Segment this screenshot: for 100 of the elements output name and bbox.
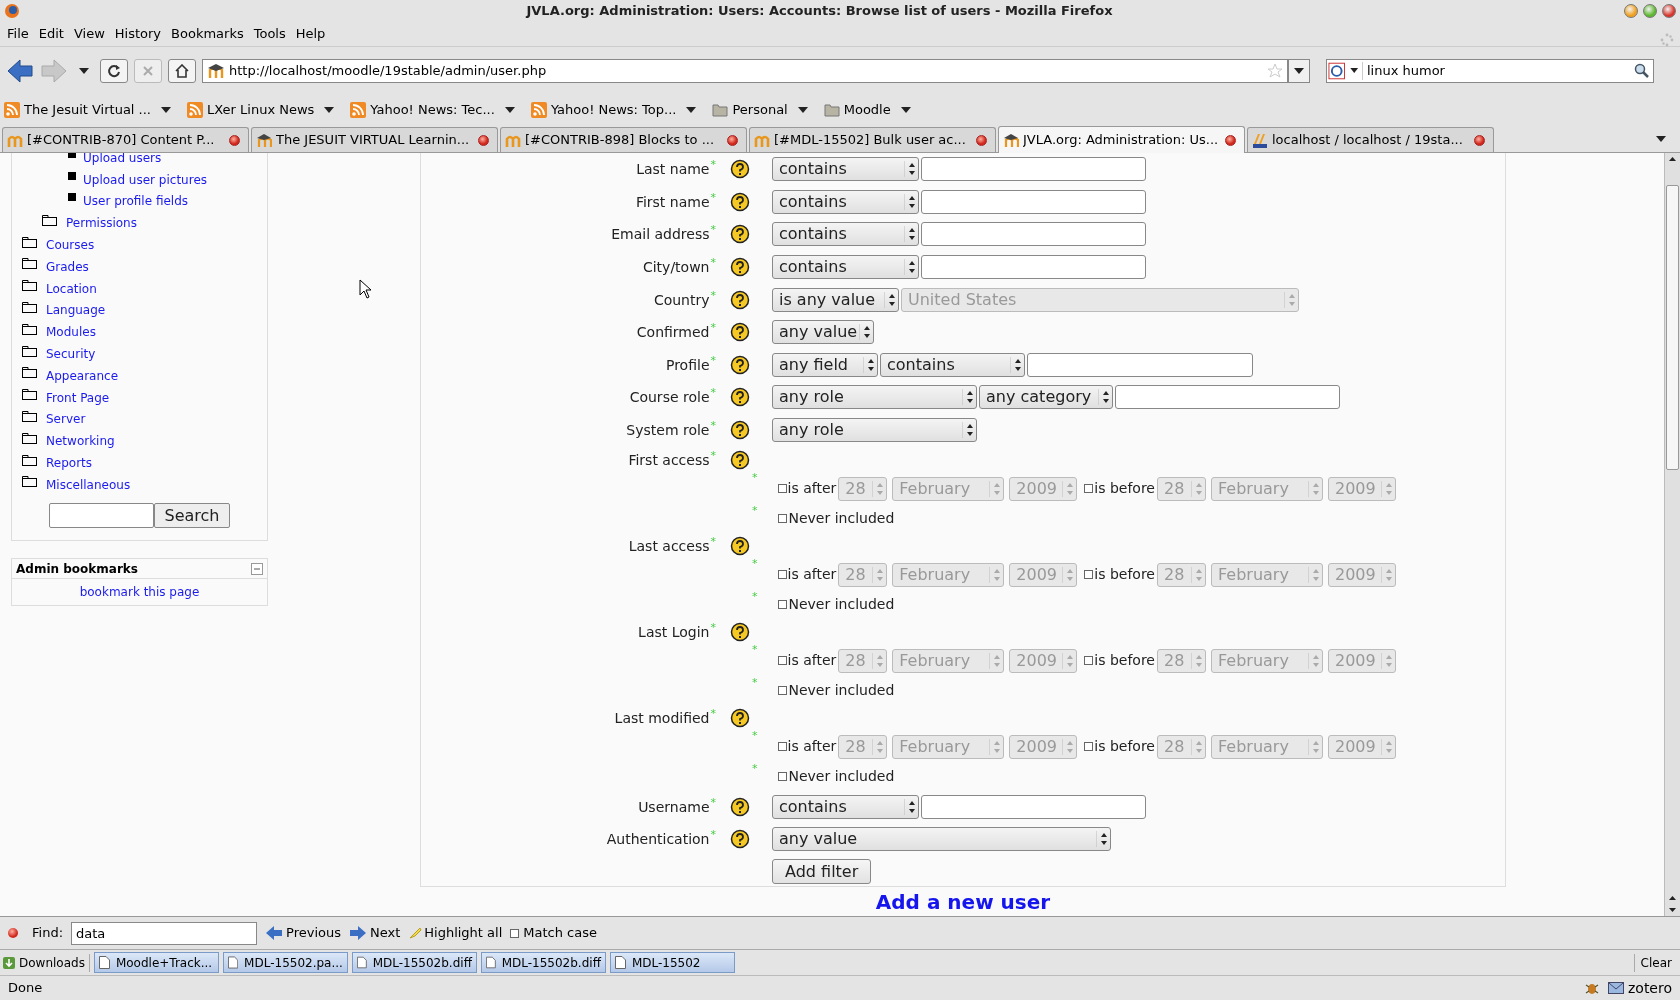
- browser-tab[interactable]: [#CONTRIB-898] Blocks to ...: [500, 127, 747, 152]
- checkbox[interactable]: [777, 686, 787, 696]
- text-input[interactable]: [921, 222, 1146, 247]
- checkbox[interactable]: [777, 514, 787, 524]
- select-field[interactable]: any category: [979, 385, 1113, 410]
- checkbox[interactable]: [510, 928, 520, 938]
- tab-close-button[interactable]: [478, 134, 489, 146]
- text-input[interactable]: [921, 189, 1146, 214]
- sidebar-link[interactable]: Modules: [46, 323, 96, 342]
- menu-item[interactable]: Bookmarks: [166, 24, 249, 44]
- select-field[interactable]: any value: [772, 827, 1111, 852]
- checkbox-option[interactable]: Never included: [777, 766, 895, 788]
- browser-tab[interactable]: [#CONTRIB-870] Content P...: [2, 127, 249, 152]
- add-filter-button[interactable]: Add filter: [772, 859, 872, 885]
- checkbox-option[interactable]: is after: [777, 650, 837, 672]
- menu-item[interactable]: View: [68, 24, 110, 44]
- close-button[interactable]: [8, 928, 18, 938]
- menu-item[interactable]: Tools: [248, 24, 291, 44]
- checkbox[interactable]: [777, 484, 787, 494]
- bookmark-item[interactable]: The Jesuit Virtual ...: [4, 100, 171, 120]
- match-case-option[interactable]: Match case: [510, 923, 597, 943]
- tab-close-button[interactable]: [1474, 134, 1485, 146]
- select-field[interactable]: any field: [772, 352, 878, 377]
- select-field[interactable]: contains: [772, 794, 919, 819]
- download-item[interactable]: MDL-15502.pa...: [222, 952, 348, 973]
- sidebar-link[interactable]: Upload user pictures: [83, 170, 207, 189]
- bookmark-item[interactable]: Yahoo! News: Tec...: [350, 100, 515, 120]
- select-field[interactable]: is any value: [772, 287, 899, 312]
- sidebar-link[interactable]: Front Page: [46, 388, 110, 407]
- sidebar-link[interactable]: Grades: [46, 257, 89, 276]
- next-button[interactable]: Next: [348, 923, 401, 943]
- select-field[interactable]: any role: [772, 385, 977, 410]
- browser-tab[interactable]: [#MDL-15502] Bulk user ac...: [749, 127, 996, 152]
- download-item[interactable]: MDL-15502: [609, 952, 735, 973]
- sidebar-link[interactable]: Location: [46, 279, 97, 298]
- select-field[interactable]: contains: [772, 189, 919, 214]
- checkbox[interactable]: [777, 570, 787, 580]
- bookmark-item[interactable]: LXer Linux News: [187, 100, 335, 120]
- checkbox[interactable]: [777, 656, 787, 666]
- sidebar-link[interactable]: Server: [46, 410, 86, 429]
- history-dropdown-button[interactable]: [1288, 58, 1310, 83]
- download-item[interactable]: MDL-15502b.diff: [480, 952, 606, 973]
- menu-item[interactable]: Edit: [33, 24, 69, 44]
- checkbox-option[interactable]: is before: [1084, 650, 1155, 672]
- checkbox[interactable]: [1084, 742, 1094, 752]
- checkbox-option[interactable]: is before: [1084, 564, 1155, 586]
- checkbox[interactable]: [1084, 570, 1094, 580]
- search-button[interactable]: Search: [153, 502, 231, 528]
- text-input[interactable]: [1115, 385, 1340, 410]
- bookmark-item[interactable]: Personal: [712, 100, 808, 120]
- browser-tab[interactable]: JVLA.org: Administration: Us...: [998, 126, 1245, 153]
- checkbox[interactable]: [1084, 656, 1094, 666]
- downloads-button[interactable]: Downloads: [2, 953, 90, 972]
- select-field[interactable]: contains: [772, 222, 919, 247]
- checkbox[interactable]: [1084, 484, 1094, 494]
- sidebar-link[interactable]: User profile fields: [83, 192, 189, 211]
- tab-close-button[interactable]: [229, 134, 240, 146]
- checkbox-option[interactable]: Never included: [777, 680, 895, 702]
- scrollbar-thumb[interactable]: [1666, 185, 1679, 470]
- clear-button[interactable]: Clear: [1633, 953, 1678, 972]
- select-field[interactable]: contains: [772, 255, 919, 280]
- tab-close-button[interactable]: [976, 134, 987, 146]
- checkbox[interactable]: [777, 742, 787, 752]
- text-input[interactable]: [1027, 352, 1253, 377]
- sidebar-link[interactable]: Language: [46, 301, 106, 320]
- reload-button[interactable]: [100, 58, 128, 83]
- checkbox-option[interactable]: is after: [777, 564, 837, 586]
- browser-tab[interactable]: localhost / localhost / 19sta...: [1247, 127, 1494, 152]
- select-field[interactable]: any value: [772, 320, 874, 345]
- tab-close-button[interactable]: [727, 134, 738, 146]
- sidebar-link[interactable]: Upload users: [83, 153, 162, 167]
- tab-close-button[interactable]: [1225, 134, 1236, 146]
- bookmark-item[interactable]: Yahoo! News: Top...: [530, 100, 697, 120]
- search-field[interactable]: linux humor: [1326, 58, 1654, 83]
- checkbox[interactable]: [777, 600, 787, 610]
- checkbox-option[interactable]: is before: [1084, 736, 1155, 758]
- home-button[interactable]: [168, 58, 196, 83]
- text-input[interactable]: [921, 794, 1146, 819]
- checkbox-option[interactable]: Never included: [777, 508, 895, 530]
- address-bar[interactable]: http://localhost/moodle/19stable/admin/user.php: [202, 58, 1288, 83]
- text-input[interactable]: [921, 255, 1146, 280]
- sidebar-link[interactable]: Miscellaneous: [46, 475, 131, 494]
- checkbox[interactable]: [777, 772, 787, 782]
- menu-item[interactable]: Help: [290, 24, 331, 44]
- scrollbar[interactable]: [1664, 153, 1680, 916]
- checkbox-option[interactable]: is after: [777, 736, 837, 758]
- maximize-button[interactable]: [1643, 4, 1657, 18]
- addon-label[interactable]: zotero: [1627, 977, 1672, 999]
- highlight-all-button[interactable]: Highlight all: [408, 923, 503, 943]
- sidebar-link[interactable]: Reports: [46, 454, 93, 473]
- minimize-button[interactable]: [1624, 4, 1638, 18]
- text-input[interactable]: [921, 157, 1146, 182]
- checkbox-option[interactable]: is after: [777, 478, 837, 500]
- sidebar-link[interactable]: Networking: [46, 432, 115, 451]
- menu-item[interactable]: History: [109, 24, 167, 44]
- bookmark-item[interactable]: Moodle: [823, 100, 911, 120]
- bookmark-link[interactable]: bookmark this page: [79, 583, 200, 601]
- select-field[interactable]: any role: [772, 418, 977, 443]
- sidebar-link[interactable]: Permissions: [66, 214, 137, 233]
- select-field[interactable]: contains: [880, 352, 1025, 377]
